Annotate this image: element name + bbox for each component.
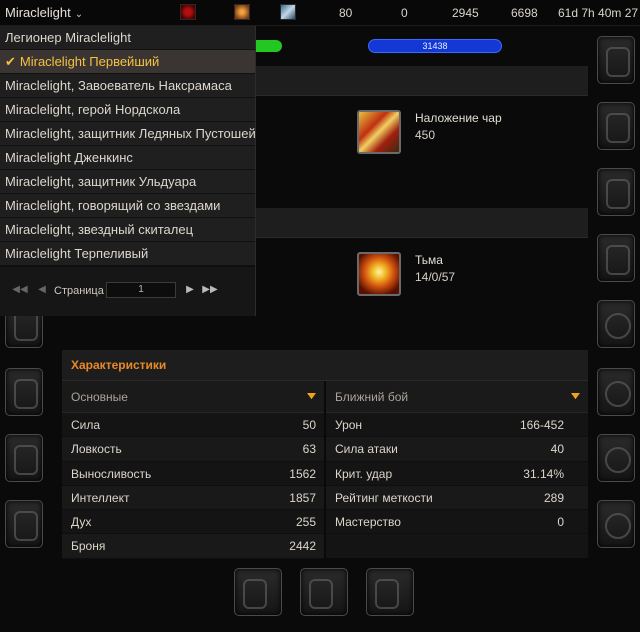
stat-row: Ловкость 63 [62, 437, 324, 462]
played-time: 61d 7h 40m 27 [558, 6, 639, 20]
profession-value: 450 [415, 128, 436, 142]
gear-slot-trinket-1[interactable] [597, 434, 635, 482]
title-option-selected[interactable]: ✔ Miraclelight Первейший [0, 50, 255, 74]
first-page-icon[interactable]: ◀◀ [12, 283, 28, 297]
stat-value-3: 2945 [452, 6, 479, 20]
title-option[interactable]: Miraclelight Терпеливый [0, 242, 255, 266]
stats-column-base: Основные Сила 50 Ловкость 63 Выносливость 1… [62, 381, 324, 559]
health-bar [254, 40, 282, 52]
stat-row: Сила 50 [62, 413, 324, 438]
gear-slot-shirt[interactable] [5, 434, 43, 482]
stat-row: Мастерство 0 [326, 510, 588, 535]
enchanting-icon [357, 110, 401, 154]
chevron-down-icon [571, 393, 580, 400]
chevron-down-icon [307, 393, 316, 400]
level-value: 80 [339, 6, 353, 20]
title-option[interactable]: Miraclelight Дженкинс [0, 146, 255, 170]
stat-row: Дух 255 [62, 510, 324, 535]
stat-row: Крит. удар 31.14% [326, 462, 588, 486]
profession-band-1 [254, 66, 588, 96]
last-page-icon[interactable]: ▶▶ [202, 283, 218, 297]
stat-category-select[interactable]: Ближний бой [326, 381, 588, 413]
profession-name: Тьма [415, 253, 443, 267]
top-bar: Miraclelight ⌄ 80 0 2945 6698 61d 7h 40m … [0, 0, 640, 26]
chevron-down-icon: ⌄ [74, 9, 84, 20]
stat-row: Рейтинг меткости 289 [326, 485, 588, 511]
stat-row: Броня 2442 [62, 534, 324, 559]
mana-bar: 31438 [368, 39, 502, 53]
gear-slot-chest[interactable] [5, 368, 43, 416]
gear-slot-ranged[interactable] [366, 568, 414, 616]
title-option[interactable]: Miraclelight, Завоеватель Наксрамаса [0, 74, 255, 98]
gear-slot-ring-2[interactable] [597, 368, 635, 416]
character-selector[interactable]: Miraclelight ⌄ [5, 5, 83, 20]
pagination: ◀◀ ◀ Страница 1 ▶ ▶▶ [0, 266, 255, 316]
character-name: Miraclelight [5, 5, 71, 20]
stat-row: Интеллект 1857 [62, 485, 324, 511]
next-page-icon[interactable]: ▶ [182, 283, 198, 297]
previous-page-icon[interactable]: ◀ [34, 283, 50, 297]
gear-slot-waist[interactable] [597, 102, 635, 150]
horde-faction-icon [180, 4, 196, 20]
stat-value-2: 0 [401, 6, 408, 20]
page-label: Страница [54, 285, 104, 297]
titles-dropdown: Легионер Miraclelight ✔ Miraclelight Перв… [0, 26, 256, 316]
profession-value: 14/0/57 [415, 270, 456, 284]
stats-title: Характеристики [62, 350, 588, 381]
shadow-skull-icon [357, 252, 401, 296]
gear-slot-ring-1[interactable] [597, 300, 635, 348]
gear-slot-trinket-2[interactable] [597, 500, 635, 548]
title-option[interactable]: Miraclelight, говорящий со звездами [0, 194, 255, 218]
profession-band-2 [254, 208, 588, 238]
stat-row: Сила атаки 40 [326, 437, 588, 462]
profession-name: Наложение чар [415, 111, 502, 125]
stat-category-select[interactable]: Основные [62, 381, 324, 413]
gear-slot-off-hand[interactable] [300, 568, 348, 616]
page-input[interactable]: 1 [106, 282, 176, 298]
title-option[interactable]: Miraclelight, звездный скиталец [0, 218, 255, 242]
stats-panel: Характеристики Основные Сила 50 Ловкость 6… [62, 350, 588, 559]
gear-slot-feet[interactable] [597, 234, 635, 282]
stats-column-melee: Ближний бой Урон 166-452 Сила атаки 40 Кри… [326, 381, 588, 535]
gear-slot-main-hand[interactable] [234, 568, 282, 616]
title-option[interactable]: Легионер Miraclelight [0, 26, 255, 50]
gear-slot-hands[interactable] [597, 36, 635, 84]
race-icon [234, 4, 250, 20]
title-option[interactable]: Miraclelight, защитник Ледяных Пустошей [0, 122, 255, 146]
stat-row: Выносливость 1562 [62, 462, 324, 486]
mana-value: 31438 [422, 41, 448, 51]
gear-slot-tabard[interactable] [5, 500, 43, 548]
checkmark-icon: ✔ [5, 54, 16, 69]
stat-row: Урон 166-452 [326, 413, 588, 438]
title-option[interactable]: Miraclelight, защитник Ульдуара [0, 170, 255, 194]
stat-value-4: 6698 [511, 6, 538, 20]
class-icon [280, 4, 296, 20]
gear-slot-legs[interactable] [597, 168, 635, 216]
title-option[interactable]: Miraclelight, герой Нордскола [0, 98, 255, 122]
